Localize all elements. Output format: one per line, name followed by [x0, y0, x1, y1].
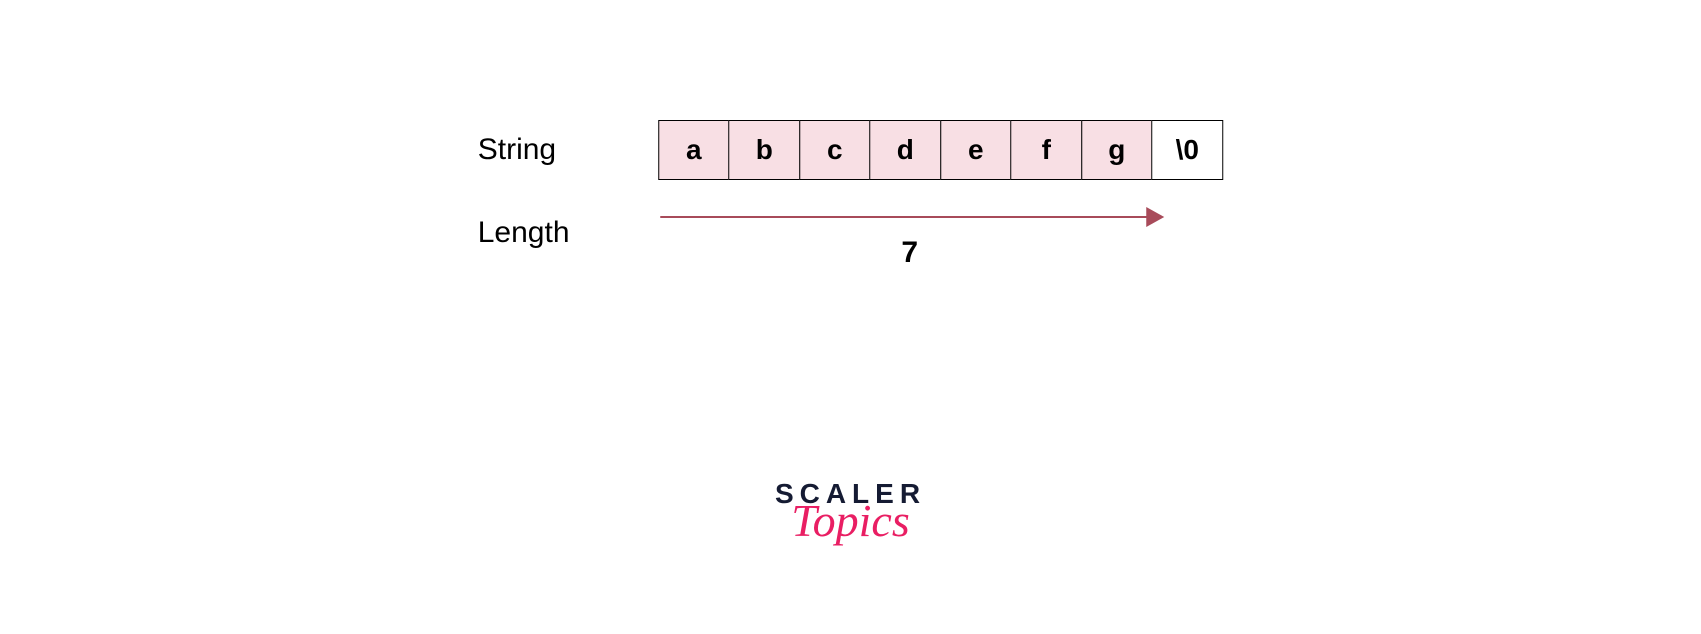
- arrow-line: [660, 216, 1150, 218]
- logo-topics-text: Topics: [775, 498, 926, 544]
- string-label: String: [478, 133, 658, 167]
- cell-2: c: [799, 120, 871, 180]
- cell-0: a: [658, 120, 730, 180]
- diagram-content: String a b c d e f g \0 Length 7: [478, 120, 1224, 286]
- scaler-topics-logo: SCALER Topics: [775, 478, 926, 544]
- cell-3: d: [869, 120, 941, 180]
- cell-4: e: [940, 120, 1012, 180]
- length-value: 7: [901, 236, 918, 270]
- cell-6: g: [1081, 120, 1153, 180]
- arrow-head-icon: [1146, 207, 1164, 227]
- cell-7-null: \0: [1151, 120, 1223, 180]
- string-row: String a b c d e f g \0: [478, 120, 1224, 180]
- length-row: Length 7: [478, 208, 1224, 258]
- length-arrow: 7: [658, 208, 1162, 258]
- cell-1: b: [728, 120, 800, 180]
- length-label: Length: [478, 216, 658, 250]
- string-cells: a b c d e f g \0: [658, 120, 1224, 180]
- cell-5: f: [1010, 120, 1082, 180]
